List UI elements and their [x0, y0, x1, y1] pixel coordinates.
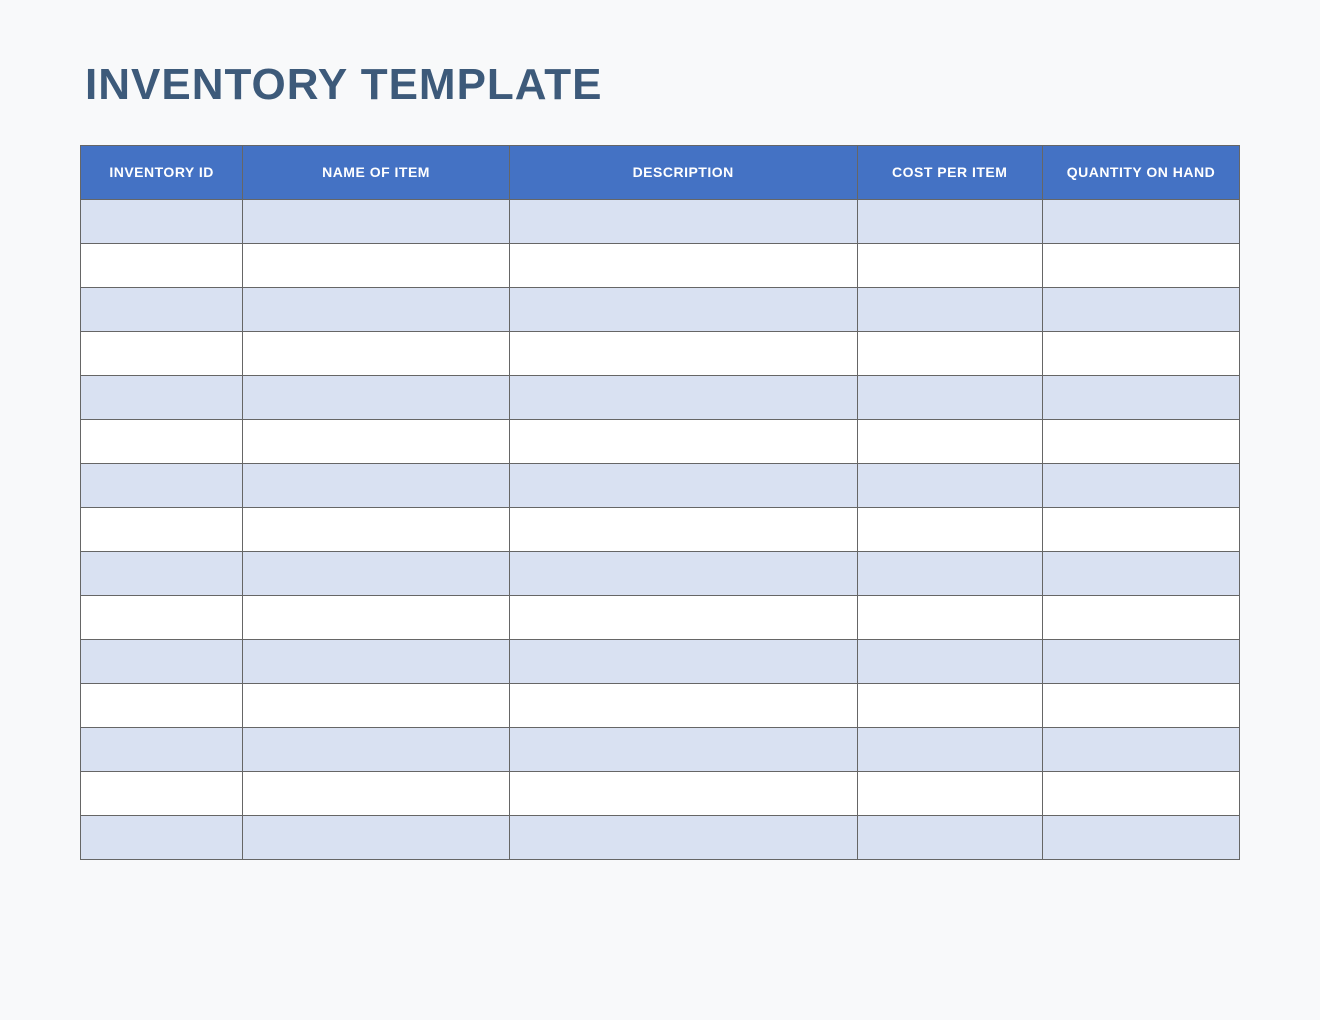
inventory-table: INVENTORY ID NAME OF ITEM DESCRIPTION CO… — [80, 145, 1240, 860]
cell-inventory-id[interactable] — [81, 244, 243, 288]
cell-inventory-id[interactable] — [81, 640, 243, 684]
cell-cost-per-item[interactable] — [857, 508, 1042, 552]
cell-quantity-on-hand[interactable] — [1042, 420, 1239, 464]
table-row — [81, 200, 1240, 244]
cell-name-of-item[interactable] — [243, 420, 510, 464]
cell-inventory-id[interactable] — [81, 816, 243, 860]
table-row — [81, 420, 1240, 464]
col-header-name-of-item: NAME OF ITEM — [243, 146, 510, 200]
cell-inventory-id[interactable] — [81, 772, 243, 816]
cell-cost-per-item[interactable] — [857, 376, 1042, 420]
col-header-quantity-on-hand: QUANTITY ON HAND — [1042, 146, 1239, 200]
table-header-row: INVENTORY ID NAME OF ITEM DESCRIPTION CO… — [81, 146, 1240, 200]
cell-quantity-on-hand[interactable] — [1042, 244, 1239, 288]
cell-description[interactable] — [509, 376, 857, 420]
table-row — [81, 816, 1240, 860]
cell-quantity-on-hand[interactable] — [1042, 816, 1239, 860]
cell-inventory-id[interactable] — [81, 420, 243, 464]
col-header-inventory-id: INVENTORY ID — [81, 146, 243, 200]
table-row — [81, 376, 1240, 420]
cell-quantity-on-hand[interactable] — [1042, 376, 1239, 420]
cell-inventory-id[interactable] — [81, 508, 243, 552]
cell-name-of-item[interactable] — [243, 684, 510, 728]
cell-name-of-item[interactable] — [243, 508, 510, 552]
cell-quantity-on-hand[interactable] — [1042, 684, 1239, 728]
cell-quantity-on-hand[interactable] — [1042, 508, 1239, 552]
cell-cost-per-item[interactable] — [857, 816, 1042, 860]
table-row — [81, 772, 1240, 816]
table-row — [81, 728, 1240, 772]
cell-quantity-on-hand[interactable] — [1042, 288, 1239, 332]
cell-cost-per-item[interactable] — [857, 464, 1042, 508]
cell-name-of-item[interactable] — [243, 552, 510, 596]
page-title: INVENTORY TEMPLATE — [85, 60, 1240, 110]
cell-name-of-item[interactable] — [243, 376, 510, 420]
cell-description[interactable] — [509, 552, 857, 596]
table-row — [81, 596, 1240, 640]
cell-description[interactable] — [509, 640, 857, 684]
cell-inventory-id[interactable] — [81, 200, 243, 244]
table-row — [81, 244, 1240, 288]
cell-cost-per-item[interactable] — [857, 552, 1042, 596]
cell-cost-per-item[interactable] — [857, 596, 1042, 640]
cell-inventory-id[interactable] — [81, 684, 243, 728]
cell-quantity-on-hand[interactable] — [1042, 728, 1239, 772]
table-row — [81, 552, 1240, 596]
table-row — [81, 508, 1240, 552]
table-row — [81, 464, 1240, 508]
cell-name-of-item[interactable] — [243, 596, 510, 640]
cell-description[interactable] — [509, 464, 857, 508]
cell-name-of-item[interactable] — [243, 772, 510, 816]
cell-quantity-on-hand[interactable] — [1042, 332, 1239, 376]
cell-cost-per-item[interactable] — [857, 640, 1042, 684]
cell-name-of-item[interactable] — [243, 200, 510, 244]
cell-name-of-item[interactable] — [243, 640, 510, 684]
cell-name-of-item[interactable] — [243, 464, 510, 508]
cell-description[interactable] — [509, 244, 857, 288]
cell-description[interactable] — [509, 332, 857, 376]
table-row — [81, 288, 1240, 332]
cell-inventory-id[interactable] — [81, 288, 243, 332]
cell-description[interactable] — [509, 508, 857, 552]
cell-description[interactable] — [509, 596, 857, 640]
cell-inventory-id[interactable] — [81, 376, 243, 420]
cell-quantity-on-hand[interactable] — [1042, 640, 1239, 684]
cell-cost-per-item[interactable] — [857, 244, 1042, 288]
cell-cost-per-item[interactable] — [857, 332, 1042, 376]
cell-name-of-item[interactable] — [243, 816, 510, 860]
cell-description[interactable] — [509, 684, 857, 728]
cell-name-of-item[interactable] — [243, 244, 510, 288]
cell-quantity-on-hand[interactable] — [1042, 552, 1239, 596]
table-row — [81, 640, 1240, 684]
table-row — [81, 332, 1240, 376]
cell-description[interactable] — [509, 816, 857, 860]
cell-quantity-on-hand[interactable] — [1042, 772, 1239, 816]
cell-description[interactable] — [509, 420, 857, 464]
cell-quantity-on-hand[interactable] — [1042, 596, 1239, 640]
cell-description[interactable] — [509, 200, 857, 244]
cell-cost-per-item[interactable] — [857, 772, 1042, 816]
cell-cost-per-item[interactable] — [857, 288, 1042, 332]
cell-name-of-item[interactable] — [243, 288, 510, 332]
cell-quantity-on-hand[interactable] — [1042, 464, 1239, 508]
cell-inventory-id[interactable] — [81, 464, 243, 508]
cell-description[interactable] — [509, 728, 857, 772]
cell-name-of-item[interactable] — [243, 728, 510, 772]
cell-cost-per-item[interactable] — [857, 728, 1042, 772]
cell-inventory-id[interactable] — [81, 332, 243, 376]
cell-inventory-id[interactable] — [81, 552, 243, 596]
col-header-cost-per-item: COST PER ITEM — [857, 146, 1042, 200]
cell-description[interactable] — [509, 772, 857, 816]
table-row — [81, 684, 1240, 728]
cell-description[interactable] — [509, 288, 857, 332]
cell-name-of-item[interactable] — [243, 332, 510, 376]
col-header-description: DESCRIPTION — [509, 146, 857, 200]
cell-inventory-id[interactable] — [81, 596, 243, 640]
cell-cost-per-item[interactable] — [857, 200, 1042, 244]
cell-cost-per-item[interactable] — [857, 684, 1042, 728]
cell-inventory-id[interactable] — [81, 728, 243, 772]
cell-cost-per-item[interactable] — [857, 420, 1042, 464]
table-body — [81, 200, 1240, 860]
cell-quantity-on-hand[interactable] — [1042, 200, 1239, 244]
